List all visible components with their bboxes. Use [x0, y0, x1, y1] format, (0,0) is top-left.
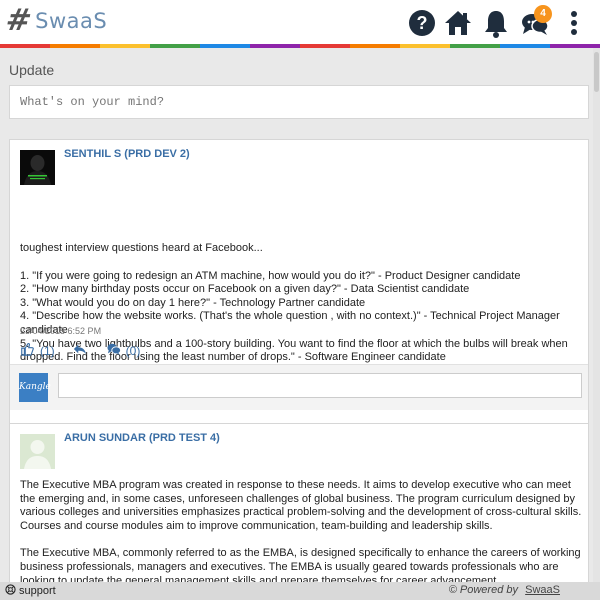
more-vertical-icon[interactable]: [562, 8, 586, 38]
support-icon: [5, 584, 19, 598]
feed: Update SENTHIL S (PRD DEV 2) toughest in…: [0, 48, 593, 582]
app-logo[interactable]: # SwaaS: [3, 3, 108, 38]
comment-input[interactable]: [59, 374, 581, 397]
post-timestamp: 23/04/2015 6:52 PM: [20, 326, 102, 336]
top-bar: # SwaaS ? 4: [0, 0, 600, 44]
post-author[interactable]: ARUN SUNDAR (PRD TEST 4): [64, 432, 220, 444]
avatar[interactable]: [20, 150, 55, 185]
post-body: The Executive MBA program was created in…: [20, 479, 585, 582]
post-line: 1. "If you were going to redesign an ATM…: [20, 269, 521, 282]
post-line: 3. "What would you do on day 1 here?" - …: [20, 296, 366, 309]
swaas-link[interactable]: SwaaS: [525, 584, 560, 596]
commenter-avatar: Kangle: [19, 373, 51, 402]
home-icon[interactable]: [443, 8, 473, 38]
logo-text: SwaaS: [35, 9, 108, 33]
bell-icon[interactable]: [481, 8, 511, 38]
post-card: ARUN SUNDAR (PRD TEST 4) The Executive M…: [9, 423, 589, 582]
scrollbar-thumb[interactable]: [594, 52, 599, 92]
share-button[interactable]: [73, 342, 87, 359]
like-button[interactable]: (1): [20, 342, 55, 359]
comment-row: Kangle: [10, 364, 588, 410]
reply-icon: [73, 342, 87, 359]
powered-by-text: © Powered by: [448, 584, 518, 596]
chat-icon[interactable]: 4: [520, 5, 552, 38]
comment-input-box[interactable]: [58, 373, 582, 398]
avatar[interactable]: [20, 434, 55, 469]
post-line: 4. "Describe how the website works. (Tha…: [20, 310, 560, 336]
scrollbar-track[interactable]: [593, 48, 600, 582]
footer: support © Powered by SwaaS: [0, 582, 600, 600]
update-box[interactable]: [9, 85, 589, 119]
post-author[interactable]: SENTHIL S (PRD DEV 2): [64, 148, 190, 160]
post-paragraph: The Executive MBA program was created in…: [20, 479, 582, 532]
like-count: (1): [40, 343, 55, 358]
notification-badge: 4: [534, 5, 552, 23]
post-card: SENTHIL S (PRD DEV 2) toughest interview…: [9, 139, 589, 463]
post-line: 2. "How many birthday posts occur on Fac…: [20, 283, 470, 296]
logo-symbol: #: [3, 3, 35, 38]
status-input[interactable]: [10, 86, 588, 118]
post-actions: (1) (0): [20, 342, 140, 359]
comment-button[interactable]: (0): [107, 342, 141, 359]
support-link[interactable]: support: [5, 584, 56, 598]
comment-count: (0): [125, 343, 141, 358]
thumbs-up-icon: [20, 342, 34, 359]
post-paragraph: The Executive MBA, commonly referred to …: [20, 547, 581, 582]
comments-icon: [107, 342, 121, 359]
help-icon[interactable]: ?: [407, 8, 437, 38]
post-intro: toughest interview questions heard at Fa…: [20, 242, 263, 254]
update-title: Update: [9, 62, 55, 78]
support-label: support: [19, 585, 56, 597]
svg-text:?: ?: [417, 13, 428, 33]
